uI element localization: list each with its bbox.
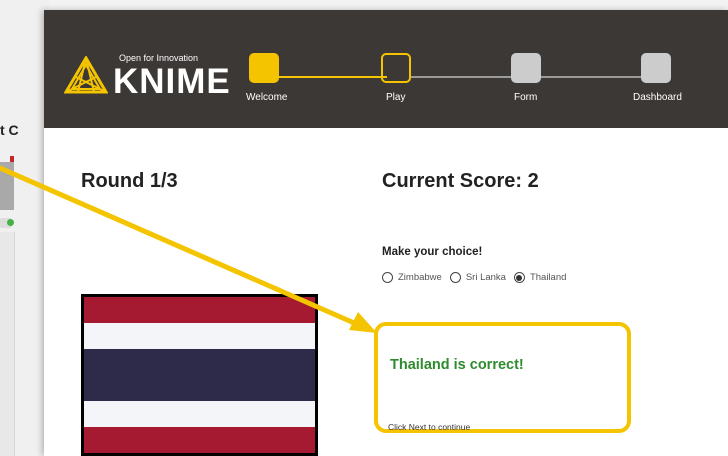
radio-button-icon[interactable] [449, 272, 461, 283]
country-radio-group: Zimbabwe Sri Lanka Thailand [382, 272, 574, 283]
radio-button-icon[interactable] [382, 272, 393, 283]
progress-line-3 [541, 76, 641, 78]
flag-stripe [84, 427, 315, 453]
background-gray-block [0, 162, 14, 210]
background-window: t C [0, 0, 50, 456]
result-message: Thailand is correct! [390, 357, 524, 373]
flag-stripe [84, 323, 315, 349]
knime-logo-icon [64, 56, 108, 94]
flag-stripe [84, 297, 315, 323]
continue-hint: Click Next to continue [388, 422, 471, 432]
round-heading: Round 1/3 [81, 170, 178, 192]
progress-line-1 [277, 76, 387, 78]
step-label-dashboard: Dashboard [633, 92, 682, 103]
score-heading: Current Score: 2 [382, 170, 539, 192]
step-form[interactable] [511, 53, 541, 83]
header-bar: Open for Innovation KNIME Welcome Play F… [44, 10, 728, 128]
radio-label: Sri Lanka [465, 272, 506, 283]
choice-prompt: Make your choice! [382, 246, 483, 258]
country-flag-image [81, 294, 318, 456]
step-label-welcome: Welcome [246, 92, 288, 103]
background-window-title: t C [0, 122, 19, 138]
result-highlight-box: Thailand is correct! Click Next to conti… [374, 322, 631, 433]
flag-stripe [84, 401, 315, 427]
progress-line-2 [411, 76, 511, 78]
step-label-form: Form [514, 92, 538, 103]
app-window: Open for Innovation KNIME Welcome Play F… [44, 10, 728, 456]
radio-option-thailand[interactable]: Thailand [513, 272, 567, 283]
step-welcome[interactable] [249, 53, 279, 83]
radio-option-zimbabwe[interactable]: Zimbabwe [382, 272, 442, 283]
step-play[interactable] [381, 53, 411, 83]
logo-wordmark: KNIME [113, 62, 231, 101]
radio-button-selected-icon[interactable] [513, 272, 525, 283]
radio-label: Zimbabwe [398, 272, 442, 283]
step-label-play: Play [386, 92, 406, 103]
radio-option-sri-lanka[interactable]: Sri Lanka [449, 272, 506, 283]
step-dashboard[interactable] [641, 53, 671, 83]
radio-label: Thailand [529, 272, 567, 283]
background-side-strip [0, 232, 15, 456]
flag-stripe [84, 349, 315, 401]
background-status-icon [0, 218, 14, 228]
